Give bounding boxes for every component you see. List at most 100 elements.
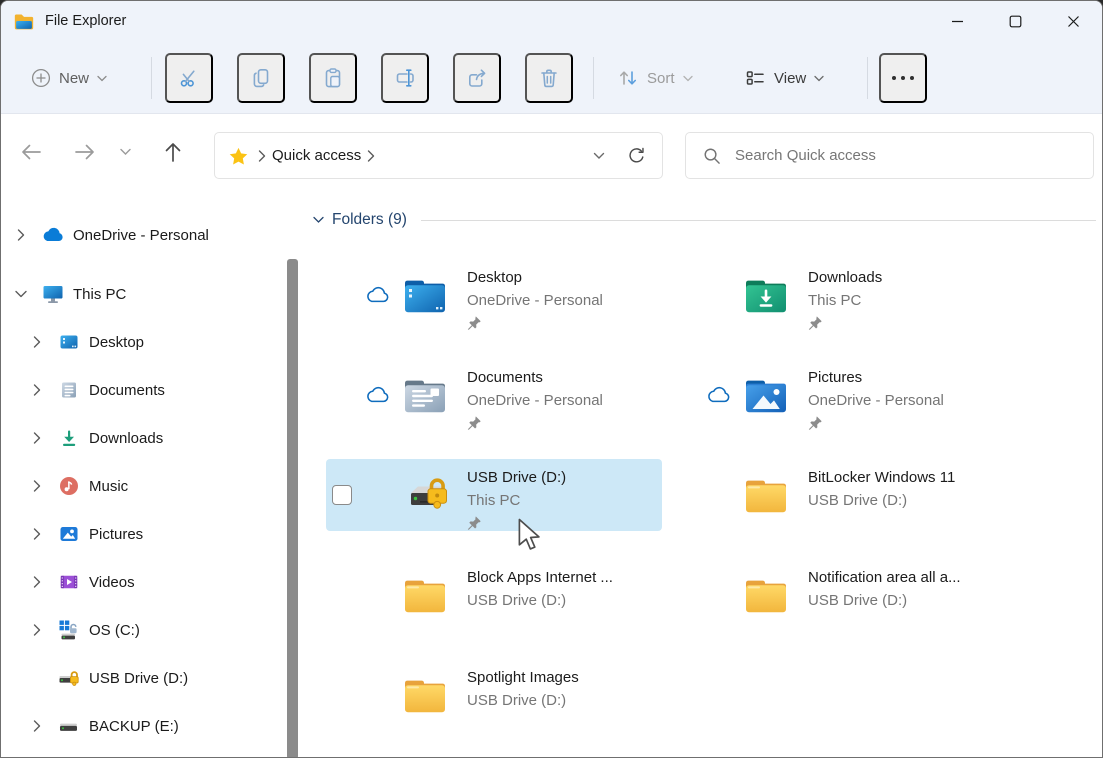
tile-downloads[interactable]: Downloads This PC (667, 259, 1003, 331)
sidebar-item-pictures[interactable]: Pictures (1, 510, 301, 558)
toolbar-separator (593, 57, 594, 99)
search-box[interactable] (685, 132, 1094, 179)
copy-button[interactable] (237, 53, 285, 103)
up-button[interactable] (151, 129, 195, 175)
backup-drive-icon (57, 714, 81, 738)
maximize-button[interactable] (986, 1, 1044, 41)
sidebar-item-videos[interactable]: Videos (1, 558, 301, 606)
chevron-right-icon[interactable] (29, 624, 45, 636)
chevron-down-icon (120, 148, 131, 156)
folder-icon (742, 471, 790, 519)
address-dropdown-icon[interactable] (593, 152, 605, 160)
sidebar-item-label: Videos (89, 574, 135, 591)
tile-title: BitLocker Windows 11 (808, 467, 955, 489)
titlebar[interactable]: File Explorer (1, 1, 1102, 41)
minimize-icon (951, 15, 964, 28)
share-button[interactable] (453, 53, 501, 103)
chevron-right-icon[interactable] (29, 432, 45, 444)
chevron-expanded-icon[interactable] (15, 286, 27, 302)
sort-button[interactable]: Sort (609, 53, 701, 103)
sidebar-item-os-c[interactable]: OS (C:) (1, 606, 301, 654)
see-more-button[interactable] (879, 53, 927, 103)
refresh-icon[interactable] (627, 146, 646, 165)
tile-location: OneDrive - Personal (808, 389, 944, 413)
tile-location: This PC (467, 489, 566, 513)
view-icon (744, 67, 766, 89)
address-bar[interactable]: Quick access (214, 132, 663, 179)
tile-documents[interactable]: Documents OneDrive - Personal (326, 359, 662, 431)
onedrive-sync-status-icon (365, 286, 390, 304)
tile-notification-area[interactable]: Notification area all a... USB Drive (D:… (667, 559, 1003, 631)
pinned-icon (808, 415, 823, 430)
downloads-icon (57, 426, 81, 450)
sidebar-item-usb-drive-d[interactable]: USB Drive (D:) (1, 654, 301, 702)
cut-button[interactable] (165, 53, 213, 103)
tile-title: Notification area all a... (808, 567, 961, 589)
chevron-right-icon[interactable] (29, 384, 45, 396)
tile-pictures[interactable]: Pictures OneDrive - Personal (667, 359, 1003, 431)
pinned-icon (808, 315, 823, 330)
new-button[interactable]: New (23, 53, 115, 103)
desktop-icon (57, 330, 81, 354)
tile-desktop[interactable]: Desktop OneDrive - Personal (326, 259, 662, 331)
back-button[interactable] (9, 129, 53, 175)
chevron-right-icon[interactable] (29, 528, 45, 540)
sidebar-item-label: USB Drive (D:) (89, 670, 188, 687)
chevron-right-icon[interactable] (29, 720, 45, 732)
address-bar-actions (593, 146, 662, 165)
breadcrumb-chevron-icon (258, 150, 266, 162)
tile-bitlocker-windows-11[interactable]: BitLocker Windows 11 USB Drive (D:) (667, 459, 1003, 531)
minimize-button[interactable] (928, 1, 986, 41)
tile-usb-drive-d[interactable]: USB Drive (D:) This PC (326, 459, 662, 531)
delete-button[interactable] (525, 53, 573, 103)
rename-button[interactable] (381, 53, 429, 103)
pictures-icon (57, 522, 81, 546)
breadcrumb-chevron-icon (367, 150, 375, 162)
view-button[interactable]: View (736, 53, 832, 103)
chevron-right-icon[interactable] (29, 336, 45, 348)
back-arrow-icon (20, 143, 42, 161)
sidebar-item-label: Music (89, 478, 128, 495)
tile-block-apps-internet[interactable]: Block Apps Internet ... USB Drive (D:) (326, 559, 662, 631)
sidebar-item-onedrive[interactable]: OneDrive - Personal (1, 211, 301, 259)
chevron-down-icon (814, 75, 824, 82)
folder-icon (401, 671, 449, 719)
recent-locations-button[interactable] (107, 129, 143, 175)
new-button-label: New (59, 70, 89, 87)
folder-icon (742, 571, 790, 619)
window-controls (928, 1, 1102, 41)
sidebar-item-desktop[interactable]: Desktop (1, 318, 301, 366)
navigation-row: Quick access (1, 115, 1102, 191)
selection-checkbox[interactable] (332, 485, 352, 505)
tile-title: Pictures (808, 367, 944, 389)
maximize-icon (1009, 15, 1022, 28)
sidebar-item-this-pc[interactable]: This PC (1, 270, 301, 318)
sidebar-scrollbar-thumb[interactable] (287, 259, 298, 758)
file-explorer-app-icon (13, 10, 35, 32)
sidebar-item-label: This PC (73, 286, 126, 303)
close-button[interactable] (1044, 1, 1102, 41)
folders-group-header[interactable]: Folders (9) (313, 205, 1096, 235)
chevron-right-icon[interactable] (13, 229, 29, 241)
tile-location: This PC (808, 289, 882, 313)
forward-button[interactable] (63, 129, 107, 175)
chevron-right-icon[interactable] (29, 480, 45, 492)
sidebar-item-documents[interactable]: Documents (1, 366, 301, 414)
onedrive-sync-status-icon (706, 386, 731, 404)
onedrive-sync-status-icon (365, 386, 390, 404)
pictures-folder-icon (742, 371, 790, 419)
tile-location: USB Drive (D:) (467, 689, 579, 713)
group-collapse-chevron-icon[interactable] (313, 216, 324, 224)
paste-button[interactable] (309, 53, 357, 103)
delete-icon (537, 66, 561, 90)
breadcrumb-quick-access[interactable]: Quick access (272, 147, 361, 164)
search-input[interactable] (735, 147, 1035, 164)
tile-location: OneDrive - Personal (467, 389, 603, 413)
sidebar-item-backup-e[interactable]: BACKUP (E:) (1, 702, 301, 750)
chevron-right-icon[interactable] (29, 576, 45, 588)
sidebar-item-downloads[interactable]: Downloads (1, 414, 301, 462)
folder-tile-grid: Desktop OneDrive - Personal Downloads Th… (326, 259, 1003, 731)
tile-spotlight-images[interactable]: Spotlight Images USB Drive (D:) (326, 659, 662, 731)
tile-location: OneDrive - Personal (467, 289, 603, 313)
sidebar-item-music[interactable]: Music (1, 462, 301, 510)
